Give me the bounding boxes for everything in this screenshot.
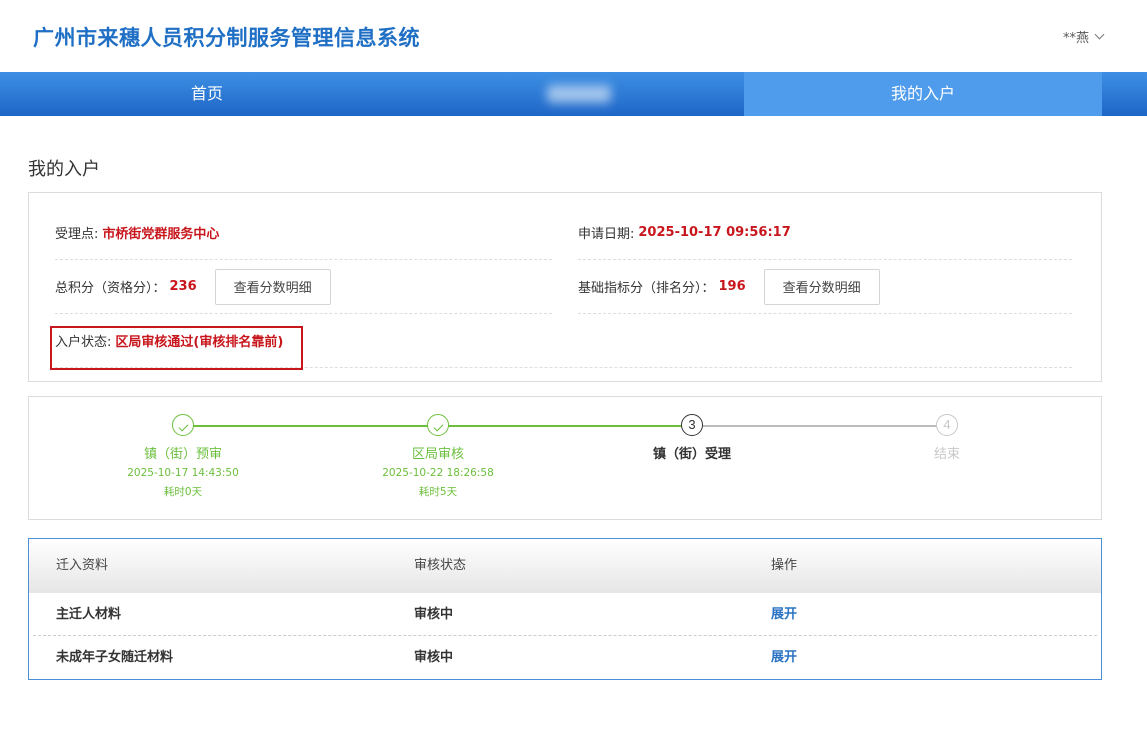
step-check-icon (172, 414, 194, 436)
total-score-detail-button[interactable]: 查看分数明细 (214, 268, 331, 305)
step-date: 2025-10-22 18:26:58 (382, 467, 494, 479)
step-check-icon (427, 414, 449, 436)
nav-item-redacted[interactable] (414, 72, 744, 116)
redacted-label (547, 85, 611, 103)
materials-table: 迁入资料 审核状态 操作 主迁人材料 审核中 展开 未成年子女随迁材料 审核中 … (28, 538, 1102, 680)
app-header: 广州市来穗人员积分制服务管理信息系统 **燕 (0, 0, 1147, 72)
page-title: 我的入户 (28, 159, 100, 180)
step-date: 2025-10-17 14:43:50 (127, 467, 239, 479)
base-score-label: 基础指标分（排名分）： (578, 281, 715, 296)
column-header-material: 迁入资料 (56, 558, 109, 573)
step-name: 镇（街）预审 (143, 447, 222, 462)
base-score-detail-button[interactable]: 查看分数明细 (763, 268, 880, 305)
nav-item-home[interactable]: 首页 (0, 72, 414, 116)
step-duration: 耗时0天 (163, 486, 203, 498)
total-score-row: 总积分（资格分）： 236 查看分数明细 (55, 260, 552, 314)
column-header-status: 审核状态 (414, 558, 467, 573)
table-row: 未成年子女随迁材料 审核中 展开 (33, 636, 1097, 679)
step-name: 区局审核 (411, 447, 464, 462)
nav-item-my-household[interactable]: 我的入户 (744, 72, 1102, 116)
total-score-value: 236 (169, 279, 197, 294)
acceptance-point-value: 市桥街党群服务中心 (102, 227, 220, 242)
step-town-acceptance: 3 镇（街）受理 (592, 414, 792, 462)
user-name: **燕 (1062, 31, 1089, 46)
material-name: 未成年子女随迁材料 (56, 650, 174, 665)
progress-steps-panel: 镇（街）预审 2025-10-17 14:43:50 耗时0天 区局审核 202… (28, 396, 1102, 520)
main-nav: 首页 我的入户 (0, 72, 1147, 116)
review-status: 审核中 (414, 607, 454, 622)
user-menu[interactable]: **燕 (1062, 27, 1105, 46)
table-row: 主迁人材料 审核中 展开 (33, 593, 1097, 636)
review-status: 审核中 (414, 650, 454, 665)
step-number: 3 (681, 414, 703, 436)
expand-link[interactable]: 展开 (771, 593, 797, 636)
step-end: 4 结束 (847, 414, 1047, 462)
apply-date-row: 申请日期: 2025-10-17 09:56:17 (578, 206, 1072, 260)
step-name: 镇（街）受理 (652, 447, 731, 462)
apply-date-value: 2025-10-17 09:56:17 (638, 225, 791, 240)
step-name: 结束 (933, 447, 960, 462)
base-score-value: 196 (718, 279, 746, 294)
base-score-row: 基础指标分（排名分）： 196 查看分数明细 (578, 260, 1072, 314)
step-duration: 耗时5天 (418, 486, 458, 498)
total-score-label: 总积分（资格分）： (55, 281, 166, 296)
expand-link[interactable]: 展开 (771, 636, 797, 679)
table-header: 迁入资料 审核状态 操作 (29, 539, 1101, 593)
step-number: 4 (936, 414, 958, 436)
step-town-pre-review: 镇（街）预审 2025-10-17 14:43:50 耗时0天 (83, 414, 283, 499)
material-name: 主迁人材料 (56, 607, 122, 622)
status-highlight-box (50, 326, 303, 370)
acceptance-point-label: 受理点: (55, 227, 99, 242)
household-info-panel: 受理点: 市桥街党群服务中心 申请日期: 2025-10-17 09:56:17… (28, 192, 1102, 382)
column-header-action: 操作 (771, 558, 798, 573)
step-district-review: 区局审核 2025-10-22 18:26:58 耗时5天 (338, 414, 538, 499)
app-title: 广州市来穗人员积分制服务管理信息系统 (33, 26, 420, 50)
acceptance-point-row: 受理点: 市桥街党群服务中心 (55, 206, 552, 260)
apply-date-label: 申请日期: (578, 227, 635, 242)
chevron-down-icon (1094, 29, 1105, 40)
